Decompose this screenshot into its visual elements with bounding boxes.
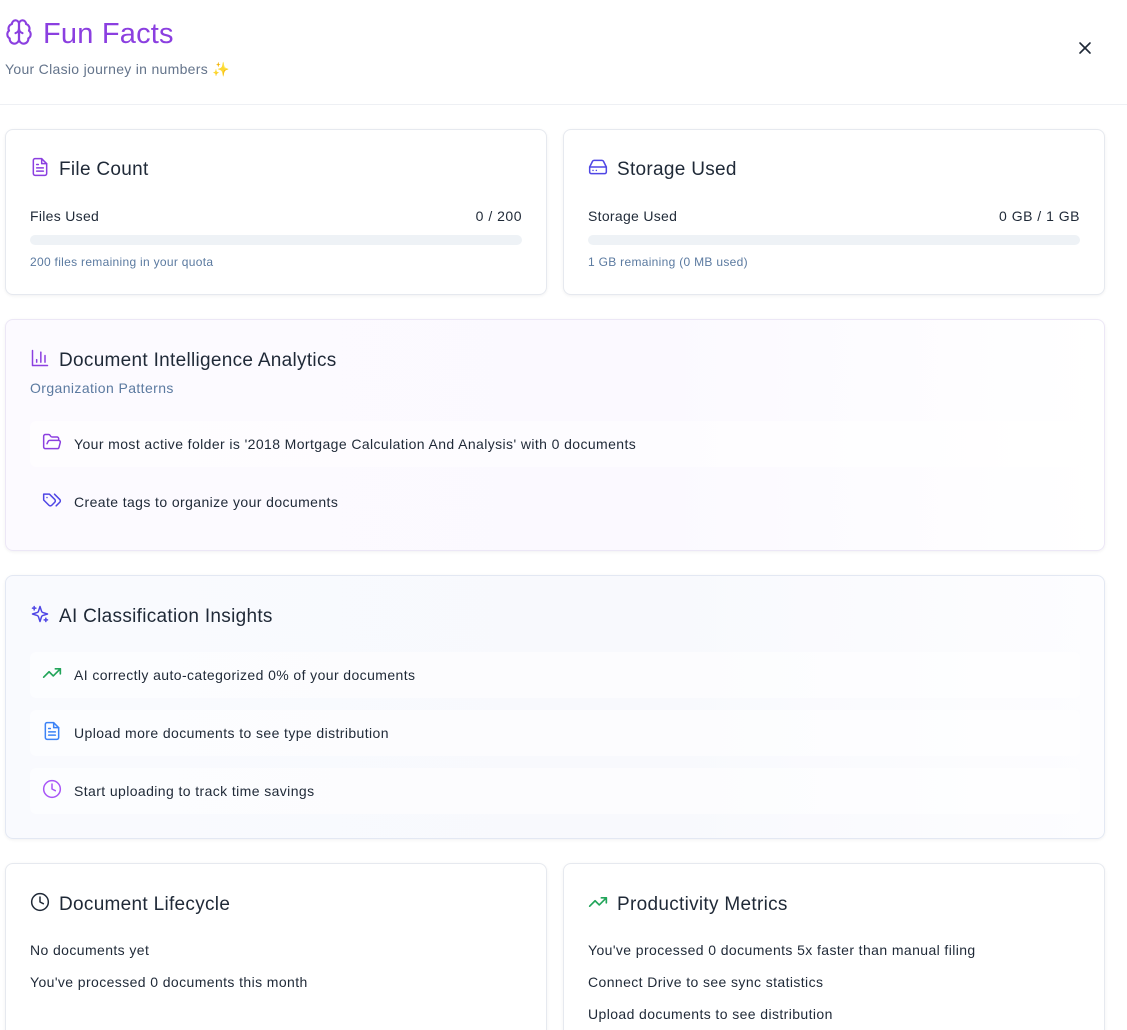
folder-open-icon xyxy=(42,432,62,457)
files-used-value: 0 / 200 xyxy=(475,208,522,224)
storage-progress-bar xyxy=(588,235,1080,245)
lifecycle-line: No documents yet xyxy=(30,942,150,958)
bar-chart-icon xyxy=(30,348,50,373)
fun-facts-modal: Fun Facts Your Clasio journey in numbers… xyxy=(0,0,1127,1030)
analytics-subtitle: Organization Patterns xyxy=(30,380,174,396)
analytics-card: Document Intelligence Analytics Organiza… xyxy=(5,319,1105,551)
storage-used-label: Storage Used xyxy=(588,208,678,224)
files-remaining-hint: 200 files remaining in your quota xyxy=(30,255,214,269)
page-title: Fun Facts xyxy=(43,18,174,50)
lifecycle-header: Document Lifecycle xyxy=(30,892,230,917)
storage-remaining-hint: 1 GB remaining (0 MB used) xyxy=(588,255,748,269)
page-subtitle: Your Clasio journey in numbers ✨ xyxy=(5,61,230,78)
file-count-header: File Count xyxy=(30,157,149,182)
ai-item-accuracy: AI correctly auto-categorized 0% of your… xyxy=(30,652,1080,698)
ai-insights-card: AI Classification Insights AI correctly … xyxy=(5,575,1105,839)
productivity-card: Productivity Metrics You've processed 0 … xyxy=(563,863,1105,1030)
storage-card: Storage Used Storage Used 0 GB / 1 GB 1 … xyxy=(563,129,1105,295)
ai-item-time-savings: Start uploading to track time savings xyxy=(30,768,1080,814)
close-icon xyxy=(1079,42,1091,54)
files-progress-bar xyxy=(30,235,522,245)
sparkles-icon xyxy=(30,604,50,629)
close-button[interactable] xyxy=(1074,37,1096,59)
ai-item-text: Start uploading to track time savings xyxy=(74,783,315,799)
storage-used-value: 0 GB / 1 GB xyxy=(999,208,1080,224)
storage-title: Storage Used xyxy=(617,158,737,180)
tags-icon xyxy=(42,490,62,515)
productivity-line: You've processed 0 documents 5x faster t… xyxy=(588,942,976,958)
productivity-line: Upload documents to see distribution xyxy=(588,1006,833,1022)
trending-up-icon xyxy=(42,663,62,688)
file-count-title: File Count xyxy=(59,158,149,180)
clock-icon xyxy=(30,892,50,917)
analytics-item-text: Create tags to organize your documents xyxy=(74,494,339,510)
files-used-label: Files Used xyxy=(30,208,100,224)
productivity-header: Productivity Metrics xyxy=(588,892,788,917)
analytics-header: Document Intelligence Analytics xyxy=(30,348,337,373)
ai-item-text: Upload more documents to see type distri… xyxy=(74,725,389,741)
lifecycle-line: You've processed 0 documents this month xyxy=(30,974,308,990)
clock-icon xyxy=(42,779,62,804)
ai-item-text: AI correctly auto-categorized 0% of your… xyxy=(74,667,416,683)
productivity-line: Connect Drive to see sync statistics xyxy=(588,974,824,990)
brain-icon xyxy=(5,18,33,51)
productivity-title: Productivity Metrics xyxy=(617,893,788,915)
sparkle-icon: ✨ xyxy=(212,61,230,77)
file-count-card: File Count Files Used 0 / 200 200 files … xyxy=(5,129,547,295)
file-icon xyxy=(30,157,50,182)
modal-header: Fun Facts Your Clasio journey in numbers… xyxy=(0,0,1127,105)
file-text-icon xyxy=(42,721,62,746)
storage-header: Storage Used xyxy=(588,157,737,182)
hard-drive-icon xyxy=(588,157,608,182)
ai-item-distribution: Upload more documents to see type distri… xyxy=(30,710,1080,756)
ai-insights-header: AI Classification Insights xyxy=(30,604,273,629)
analytics-item-tags: Create tags to organize your documents xyxy=(30,479,1080,525)
title-row: Fun Facts xyxy=(5,18,174,51)
lifecycle-title: Document Lifecycle xyxy=(59,893,231,915)
analytics-title: Document Intelligence Analytics xyxy=(59,349,337,371)
analytics-item-text: Your most active folder is '2018 Mortgag… xyxy=(74,436,637,452)
subtitle-text: Your Clasio journey in numbers xyxy=(5,61,209,77)
lifecycle-card: Document Lifecycle No documents yet You'… xyxy=(5,863,547,1030)
analytics-item-folder: Your most active folder is '2018 Mortgag… xyxy=(30,421,1080,467)
trending-up-icon xyxy=(588,892,608,917)
ai-insights-title: AI Classification Insights xyxy=(59,605,273,627)
